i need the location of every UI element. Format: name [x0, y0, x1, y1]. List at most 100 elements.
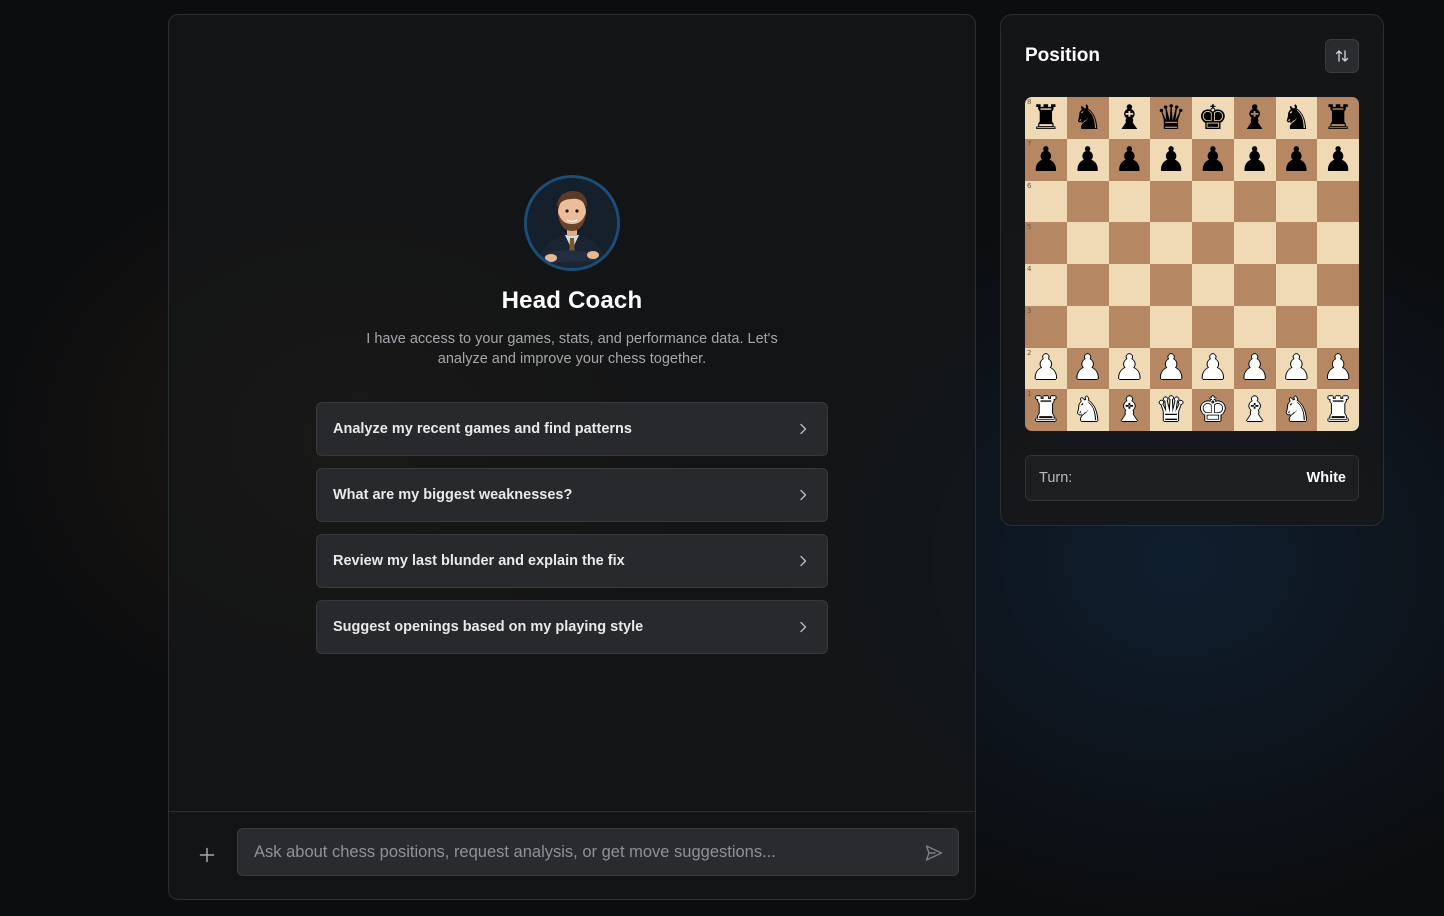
add-attachment-button[interactable] — [197, 845, 217, 865]
square-a5[interactable]: 5 — [1025, 222, 1067, 264]
black-knight-piece[interactable]: ♞ — [1072, 101, 1102, 135]
white-pawn-piece[interactable]: ♟ — [1072, 351, 1102, 385]
square-d5[interactable] — [1150, 222, 1192, 264]
square-c7[interactable]: ♟ — [1108, 138, 1151, 181]
square-b3[interactable] — [1066, 305, 1109, 348]
white-bishop-piece[interactable]: ♝ — [1239, 393, 1269, 427]
square-h1[interactable]: ♜ — [1317, 389, 1359, 431]
black-knight-piece[interactable]: ♞ — [1281, 101, 1311, 135]
send-button[interactable] — [924, 843, 944, 863]
square-e7[interactable]: ♟ — [1192, 138, 1234, 181]
square-c4[interactable] — [1108, 264, 1151, 306]
black-pawn-piece[interactable]: ♟ — [1239, 143, 1269, 177]
square-h3[interactable] — [1317, 305, 1359, 348]
black-bishop-piece[interactable]: ♝ — [1114, 101, 1144, 135]
black-rook-piece[interactable]: ♜ — [1323, 101, 1353, 135]
square-e4[interactable] — [1192, 264, 1234, 306]
square-c2[interactable]: ♟ — [1108, 347, 1151, 390]
white-king-piece[interactable]: ♚ — [1198, 393, 1228, 427]
square-a8[interactable]: 8 ♜ — [1025, 97, 1067, 139]
square-e1[interactable]: ♚ — [1192, 389, 1234, 431]
flip-board-button[interactable] — [1325, 39, 1359, 73]
black-pawn-piece[interactable]: ♟ — [1281, 143, 1311, 177]
black-pawn-piece[interactable]: ♟ — [1323, 143, 1353, 177]
white-rook-piece[interactable]: ♜ — [1031, 393, 1061, 427]
white-queen-piece[interactable]: ♛ — [1156, 393, 1186, 427]
square-a3[interactable]: 3 — [1025, 305, 1067, 348]
black-pawn-piece[interactable]: ♟ — [1156, 143, 1186, 177]
square-b5[interactable] — [1066, 222, 1109, 264]
square-h8[interactable]: ♜ — [1317, 97, 1359, 139]
square-h5[interactable] — [1317, 222, 1359, 264]
square-f2[interactable]: ♟ — [1233, 347, 1276, 390]
square-a2[interactable]: 2 ♟ — [1025, 347, 1067, 390]
square-g1[interactable]: ♞ — [1275, 389, 1318, 431]
square-f8[interactable]: ♝ — [1233, 97, 1276, 139]
square-f1[interactable]: ♝ — [1233, 389, 1276, 431]
square-c3[interactable] — [1108, 305, 1151, 348]
black-king-piece[interactable]: ♚ — [1198, 101, 1228, 135]
square-c1[interactable]: ♝ — [1108, 389, 1151, 431]
white-knight-piece[interactable]: ♞ — [1072, 393, 1102, 427]
square-g2[interactable]: ♟ — [1275, 347, 1318, 390]
square-b1[interactable]: ♞ — [1066, 389, 1109, 431]
square-h2[interactable]: ♟ — [1317, 347, 1359, 390]
square-b2[interactable]: ♟ — [1066, 347, 1109, 390]
square-f5[interactable] — [1233, 222, 1276, 264]
square-f4[interactable] — [1233, 264, 1276, 306]
black-pawn-piece[interactable]: ♟ — [1072, 143, 1102, 177]
black-pawn-piece[interactable]: ♟ — [1031, 143, 1061, 177]
square-a4[interactable]: 4 — [1025, 264, 1067, 306]
black-rook-piece[interactable]: ♜ — [1031, 101, 1061, 135]
black-pawn-piece[interactable]: ♟ — [1198, 143, 1228, 177]
square-g3[interactable] — [1275, 305, 1318, 348]
square-e5[interactable] — [1192, 222, 1234, 264]
square-c8[interactable]: ♝ — [1108, 97, 1151, 139]
square-d8[interactable]: ♛ — [1150, 97, 1192, 139]
square-a1[interactable]: 1 ♜ — [1025, 389, 1067, 431]
square-d7[interactable]: ♟ — [1150, 138, 1192, 181]
square-h4[interactable] — [1317, 264, 1359, 306]
message-input[interactable] — [238, 829, 958, 875]
suggestion-review-last-blunder[interactable]: Review my last blunder and explain the f… — [316, 534, 828, 588]
square-d2[interactable]: ♟ — [1150, 347, 1192, 390]
square-d1[interactable]: ♛ — [1150, 389, 1192, 431]
square-f6[interactable] — [1233, 180, 1276, 223]
square-c6[interactable] — [1108, 180, 1151, 223]
chess-board[interactable]: 8 ♜ ♞ ♝ ♛ ♚ ♝ ♞ ♜ 7 ♟ ♟ ♟ ♟ ♟ ♟ ♟ ♟ 6 5 4 3 2 ♟ ♟ ♟ ♟ ♟ ♟ ♟ ♟ 1 ♜ ♞ ♝ ♛ ♚ ♝ ♞ ♜ — [1025, 97, 1359, 431]
square-h7[interactable]: ♟ — [1317, 138, 1359, 181]
square-g6[interactable] — [1275, 180, 1318, 223]
square-f7[interactable]: ♟ — [1233, 138, 1276, 181]
white-pawn-piece[interactable]: ♟ — [1239, 351, 1269, 385]
white-bishop-piece[interactable]: ♝ — [1114, 393, 1144, 427]
square-a6[interactable]: 6 — [1025, 180, 1067, 223]
square-b8[interactable]: ♞ — [1066, 97, 1109, 139]
white-rook-piece[interactable]: ♜ — [1323, 393, 1353, 427]
square-d6[interactable] — [1150, 180, 1192, 223]
square-e3[interactable] — [1192, 305, 1234, 348]
square-h6[interactable] — [1317, 180, 1359, 223]
square-e6[interactable] — [1192, 180, 1234, 223]
white-pawn-piece[interactable]: ♟ — [1114, 351, 1144, 385]
square-g8[interactable]: ♞ — [1275, 97, 1318, 139]
square-d3[interactable] — [1150, 305, 1192, 348]
black-pawn-piece[interactable]: ♟ — [1114, 143, 1144, 177]
square-d4[interactable] — [1150, 264, 1192, 306]
square-g7[interactable]: ♟ — [1275, 138, 1318, 181]
square-g4[interactable] — [1275, 264, 1318, 306]
white-pawn-piece[interactable]: ♟ — [1031, 351, 1061, 385]
square-c5[interactable] — [1108, 222, 1151, 264]
square-e2[interactable]: ♟ — [1192, 347, 1234, 390]
suggestion-suggest-openings[interactable]: Suggest openings based on my playing sty… — [316, 600, 828, 654]
white-pawn-piece[interactable]: ♟ — [1198, 351, 1228, 385]
white-pawn-piece[interactable]: ♟ — [1323, 351, 1353, 385]
suggestion-biggest-weaknesses[interactable]: What are my biggest weaknesses? — [316, 468, 828, 522]
white-pawn-piece[interactable]: ♟ — [1281, 351, 1311, 385]
square-e8[interactable]: ♚ — [1192, 97, 1234, 139]
suggestion-analyze-recent-games[interactable]: Analyze my recent games and find pattern… — [316, 402, 828, 456]
square-b7[interactable]: ♟ — [1066, 138, 1109, 181]
square-f3[interactable] — [1233, 305, 1276, 348]
square-g5[interactable] — [1275, 222, 1318, 264]
square-b4[interactable] — [1066, 264, 1109, 306]
square-b6[interactable] — [1066, 180, 1109, 223]
